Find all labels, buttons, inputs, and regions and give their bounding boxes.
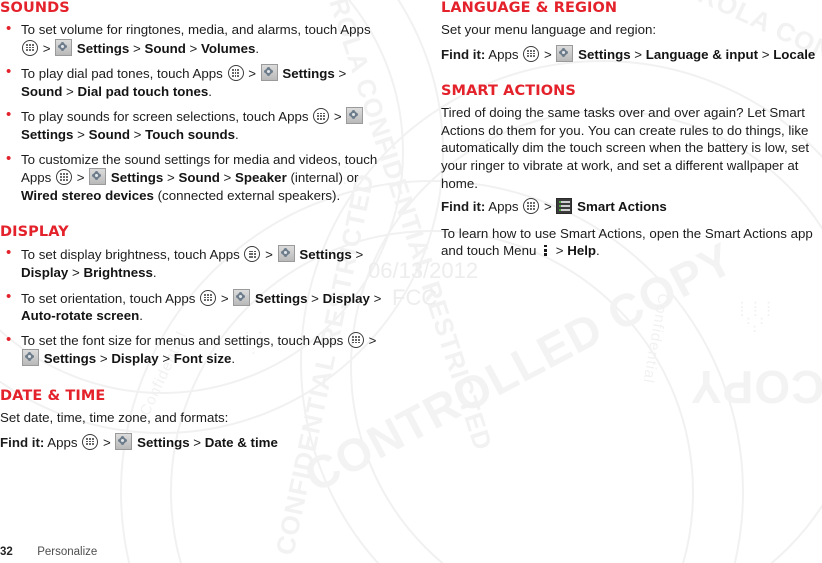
emphasis-text: Volumes <box>200 40 256 56</box>
section-intro-text: Tired of doing the same tasks over and o… <box>441 105 810 191</box>
settings-gear-icon <box>346 107 364 125</box>
emphasis-text: Sound <box>88 126 130 142</box>
emphasis-text: Sound <box>178 170 220 186</box>
right-column: Language & region Set your menu language … <box>441 0 822 266</box>
section-intro-text: Set date, time, time zone, and formats: <box>0 409 229 425</box>
emphasis-text: Display <box>21 264 69 280</box>
emphasis-text: Auto-rotate screen <box>21 308 140 324</box>
apps-grid-icon <box>523 198 540 215</box>
find-it-label: Find it: <box>0 434 45 450</box>
emphasis-text: Settings <box>40 351 97 367</box>
emphasis-text: Sound <box>144 40 186 56</box>
emphasis-text: Settings <box>278 66 335 82</box>
section-heading: Smart actions <box>441 83 576 100</box>
section-heading: Date & time <box>0 387 106 404</box>
section-heading: Sounds <box>0 0 70 16</box>
emphasis-text: Brightness <box>83 264 153 280</box>
apps-grid-icon <box>22 39 38 56</box>
emphasis-text: Language & input <box>645 46 759 62</box>
emphasis-text: Dial pad touch tones <box>77 83 209 99</box>
settings-gear-icon <box>556 44 574 62</box>
apps-grid-icon <box>56 169 73 186</box>
page-number: 32 <box>0 546 13 558</box>
find-it-path: Find it: Apps > Smart Actions <box>441 198 667 215</box>
settings-gear-icon <box>277 245 295 263</box>
instruction-list-item: To customize the sound settings for medi… <box>0 150 390 205</box>
settings-gear-icon <box>89 168 107 186</box>
instruction-list-item: To play sounds for screen selections, to… <box>0 106 390 143</box>
find-it-label: Find it: <box>441 199 486 215</box>
page-footer: 32 Personalize <box>0 546 822 558</box>
find-it-path: Find it: Apps > Settings > Language & in… <box>441 44 816 62</box>
emphasis-text: Smart Actions <box>573 199 667 215</box>
emphasis-text: Settings <box>107 170 164 186</box>
settings-gear-icon <box>115 432 133 450</box>
emphasis-text: Font size <box>173 351 232 367</box>
apps-grid-icon <box>200 289 217 306</box>
apps-grid-icon <box>523 45 540 62</box>
section-intro-text: Set your menu language and region: <box>441 22 657 37</box>
emphasis-text: Settings <box>73 40 130 56</box>
content-section: Date & time Set date, time, time zone, an… <box>0 388 390 451</box>
emphasis-text: Settings <box>133 434 190 450</box>
find-it-path: Find it: Apps > Settings > Date & time <box>0 432 278 450</box>
instruction-list: To set volume for ringtones, media, and … <box>0 20 390 205</box>
emphasis-text: Settings <box>21 126 74 142</box>
instruction-list: To set display brightness, touch Apps > … <box>0 244 390 368</box>
apps-grid-icon <box>244 246 261 263</box>
find-it-label: Find it: <box>441 46 486 62</box>
emphasis-text: Help <box>567 243 597 259</box>
emphasis-text: Settings <box>251 290 308 306</box>
content-section: Sounds To set volume for ringtones, media… <box>0 0 390 204</box>
section-outro-text: To learn how to use Smart Actions, open … <box>441 225 813 259</box>
emphasis-text: Speaker <box>235 170 287 186</box>
emphasis-text: Settings <box>295 247 352 263</box>
emphasis-text: Wired stereo devices <box>21 187 154 203</box>
emphasis-text: Locale <box>773 46 816 62</box>
apps-grid-icon <box>82 433 99 450</box>
instruction-list-item: To play dial pad tones, touch Apps > Set… <box>0 63 390 100</box>
footer-section-name: Personalize <box>37 546 98 558</box>
settings-gear-icon <box>22 349 39 367</box>
apps-grid-icon <box>313 108 330 125</box>
content-section: Smart actions Tired of doing the same tas… <box>441 83 822 260</box>
emphasis-text: Date & time <box>204 434 278 450</box>
settings-gear-icon <box>55 38 73 56</box>
emphasis-text: Display <box>322 290 370 306</box>
manual-page: Sounds To set volume for ringtones, media… <box>0 0 822 563</box>
left-column: Sounds To set volume for ringtones, media… <box>0 0 390 457</box>
emphasis-text: Display <box>111 351 159 367</box>
instruction-list-item: To set display brightness, touch Apps > … <box>0 244 390 281</box>
overflow-menu-icon <box>543 243 549 257</box>
apps-grid-icon <box>347 331 364 348</box>
section-heading: Language & region <box>441 0 618 16</box>
instruction-list-item: To set the font size for menus and setti… <box>0 331 390 368</box>
content-section: Language & region Set your menu language … <box>441 0 822 63</box>
smart-actions-icon <box>556 198 573 215</box>
settings-gear-icon <box>260 64 278 82</box>
section-heading: Display <box>0 224 69 241</box>
apps-grid-icon <box>227 65 244 82</box>
content-section: DisplayTo set display brightness, touch … <box>0 224 390 368</box>
emphasis-text: Settings <box>574 46 631 62</box>
instruction-list-item: To set volume for ringtones, media, and … <box>0 20 390 57</box>
instruction-list-item: To set orientation, touch Apps > Setting… <box>0 288 390 325</box>
emphasis-text: Sound <box>21 83 63 99</box>
emphasis-text: Touch sounds <box>145 126 236 142</box>
settings-gear-icon <box>233 288 251 306</box>
